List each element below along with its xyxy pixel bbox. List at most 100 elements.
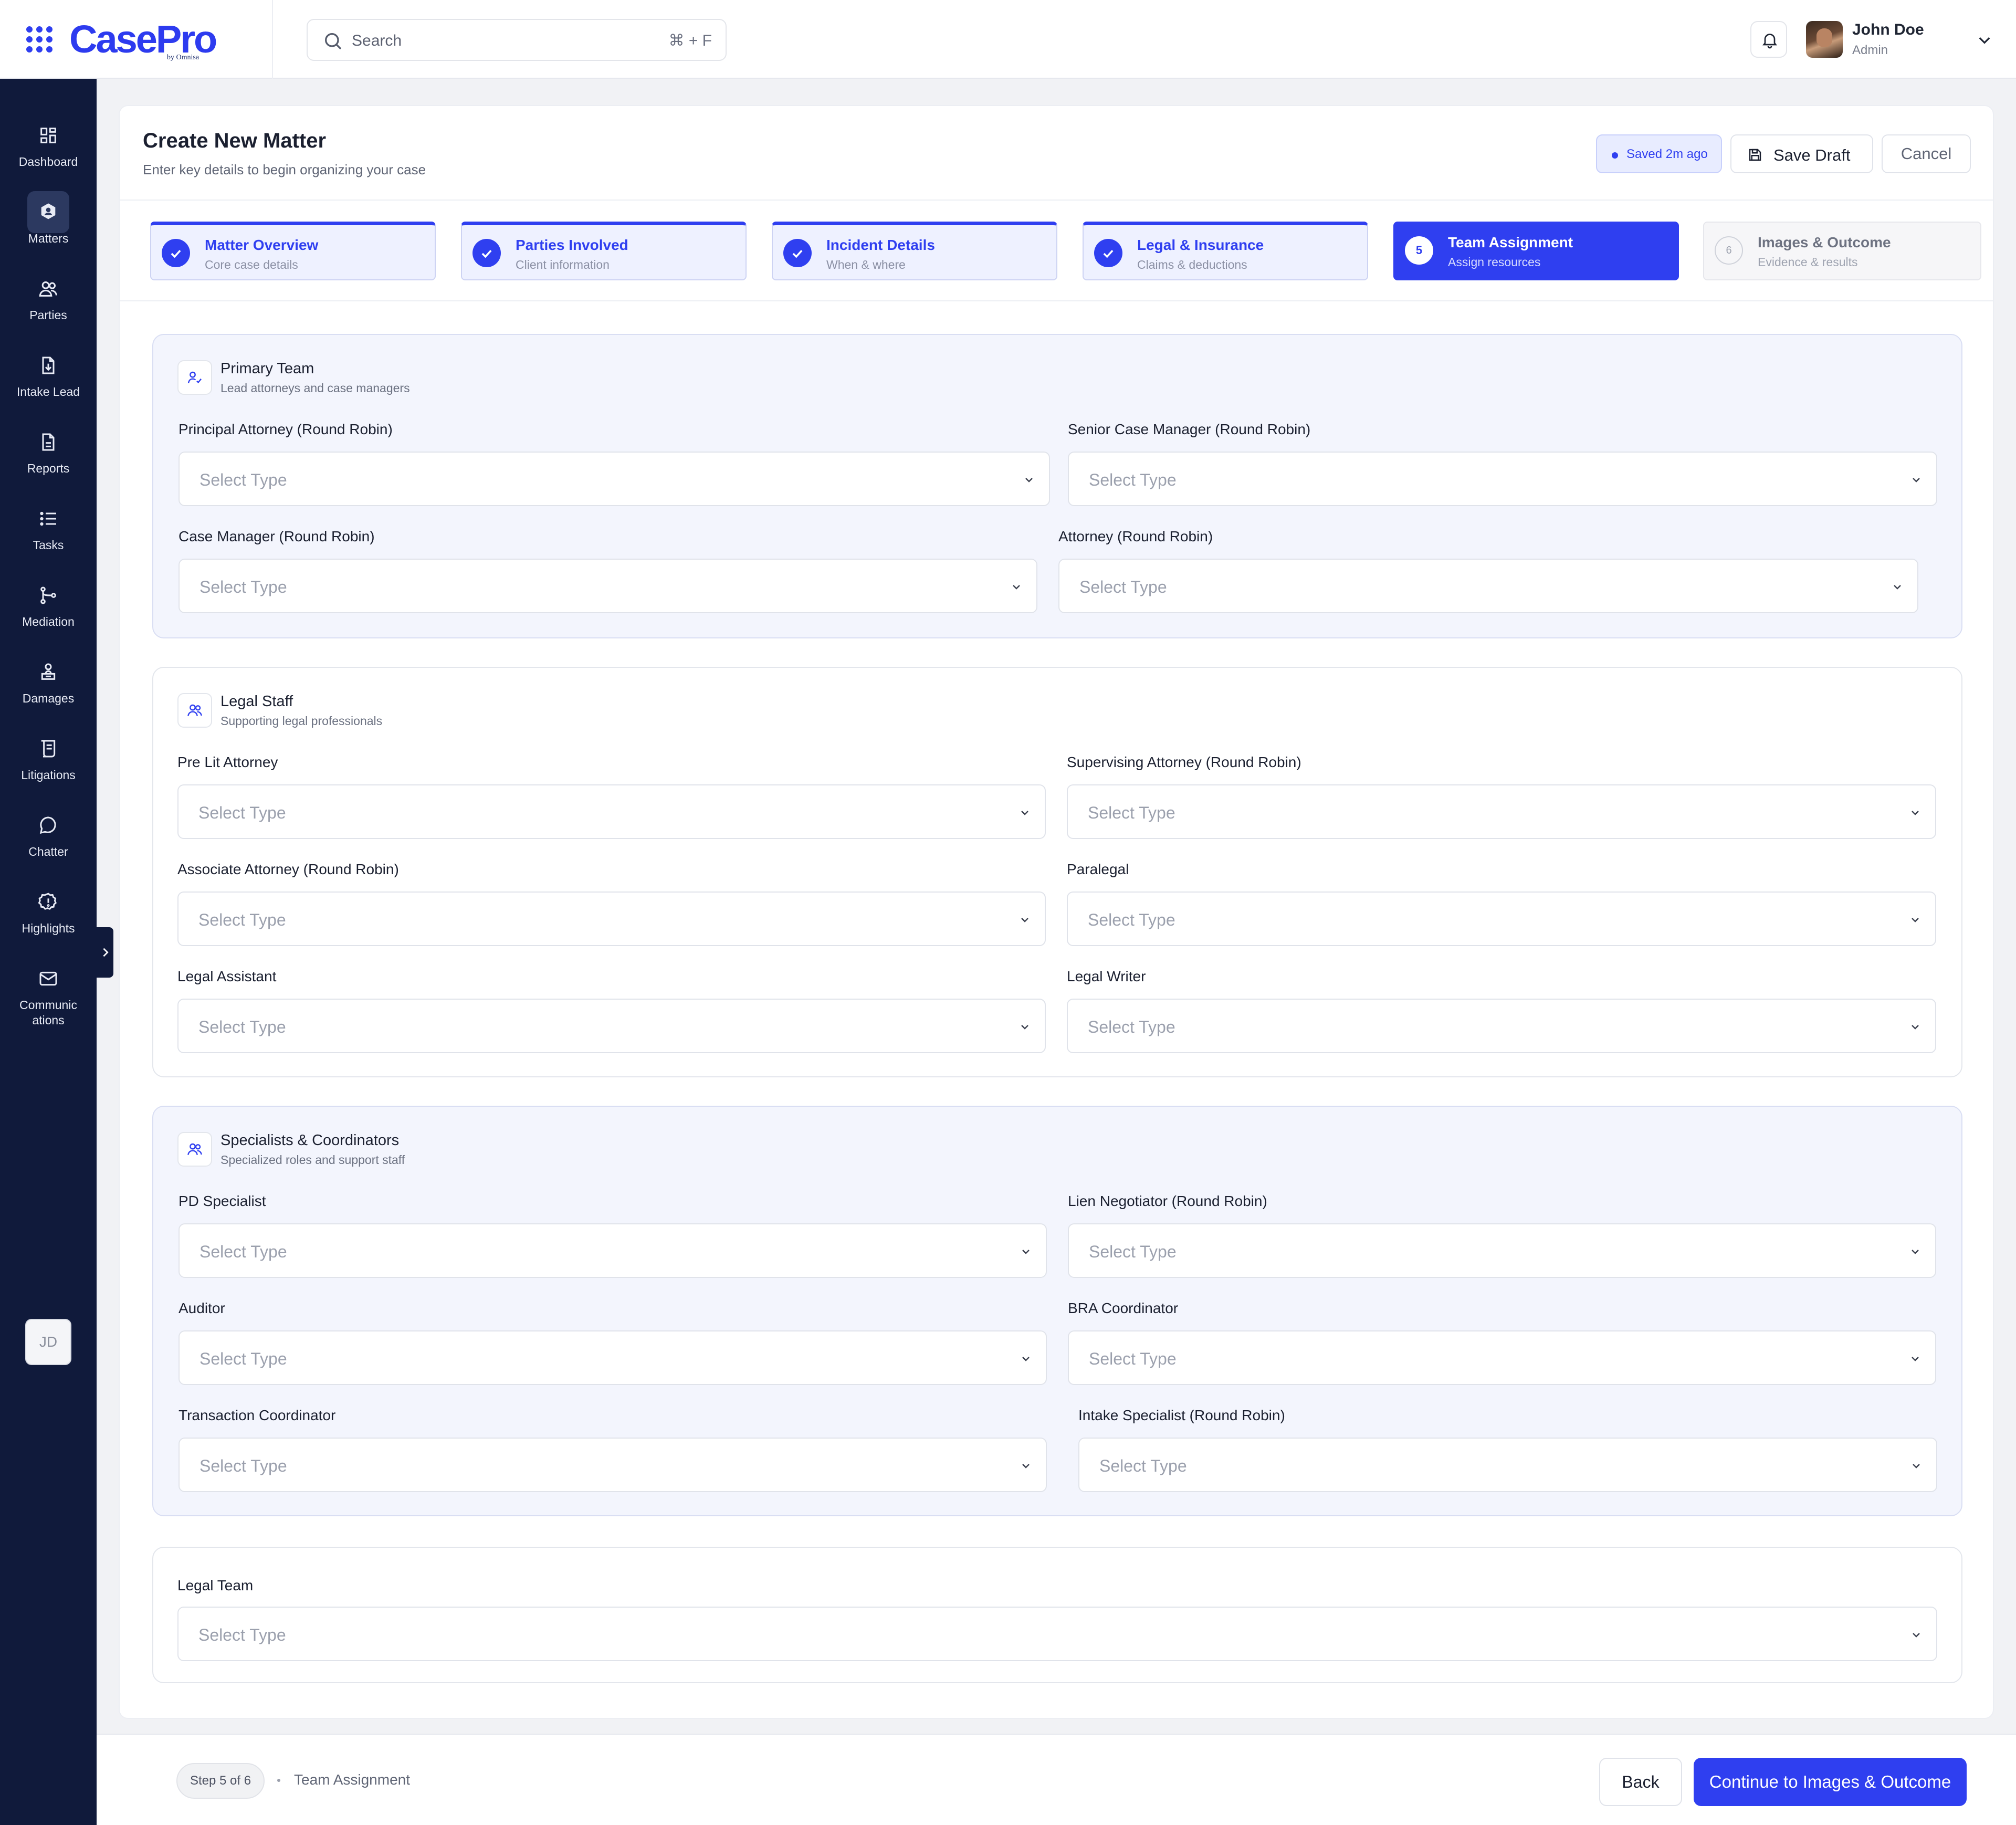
step-title: Legal & Insurance (1137, 237, 1264, 253)
attorney-select[interactable]: Select Type (1058, 559, 1918, 613)
save-draft-button[interactable]: Save Draft (1730, 134, 1873, 173)
users-icon (187, 704, 202, 716)
supervising-attorney-select[interactable]: Select Type (1067, 784, 1936, 839)
step-incident-details[interactable]: Incident Details When & where (772, 222, 1057, 280)
pd-specialist-select[interactable]: Select Type (178, 1223, 1047, 1278)
sidebar-item-litigations[interactable]: Litigations (0, 722, 97, 791)
communications-icon (39, 971, 57, 986)
step-matter-overview[interactable]: Matter Overview Core case details (150, 222, 436, 280)
sidebar-item-highlights[interactable]: Highlights (0, 876, 97, 944)
sidebar-item-label: Damages (22, 691, 75, 705)
continue-button[interactable]: Continue to Images & Outcome (1694, 1758, 1967, 1806)
sidebar-item-communications[interactable]: Communic ations (0, 952, 97, 1042)
case-manager-select[interactable]: Select Type (178, 559, 1037, 613)
current-step-label: Team Assignment (294, 1771, 410, 1788)
save-icon (1749, 149, 1761, 161)
app-launcher-icon[interactable] (26, 26, 52, 53)
select-placeholder: Select Type (200, 1456, 287, 1475)
header-divider (120, 200, 1993, 201)
sidebar-item-dashboard[interactable]: Dashboard (0, 109, 97, 177)
sidebar-item-intake-lead[interactable]: Intake Lead (0, 339, 97, 407)
sidebar-user-avatar[interactable]: JD (25, 1319, 71, 1365)
step-team-assignment[interactable]: 5 Team Assignment Assign resources (1393, 222, 1679, 280)
users-icon (187, 1143, 202, 1155)
chevron-down-icon (1913, 1464, 1920, 1469)
legal-team-section: Legal Team Select Type (152, 1547, 1962, 1683)
step-images-outcome[interactable]: 6 Images & Outcome Evidence & results (1703, 222, 1981, 280)
lien-negotiator-select[interactable]: Select Type (1068, 1223, 1936, 1278)
pre-lit-attorney-select[interactable]: Select Type (177, 784, 1046, 839)
section-title: Legal Staff (220, 693, 293, 710)
app-logo-subtext: by Omnisa (167, 54, 200, 61)
select-placeholder: Select Type (1089, 470, 1177, 489)
legal-assistant-select[interactable]: Select Type (177, 999, 1046, 1053)
sidebar-item-mediation[interactable]: Mediation (0, 569, 97, 637)
intake-specialist-select[interactable]: Select Type (1078, 1438, 1937, 1492)
back-button[interactable]: Back (1599, 1758, 1682, 1806)
reports-icon (42, 433, 55, 451)
page-subtitle: Enter key details to begin organizing yo… (143, 162, 426, 177)
field-label: Transaction Coordinator (178, 1407, 336, 1423)
highlights-icon (38, 893, 57, 910)
bra-coordinator-select[interactable]: Select Type (1068, 1330, 1936, 1385)
saved-status-badge: Saved 2m ago (1596, 134, 1722, 173)
auditor-select[interactable]: Select Type (178, 1330, 1047, 1385)
sidebar-item-label: Reports (27, 462, 70, 475)
cancel-button[interactable]: Cancel (1882, 134, 1971, 173)
search-input[interactable]: Search (352, 32, 402, 50)
step-title: Team Assignment (1448, 234, 1573, 250)
transaction-coordinator-select[interactable]: Select Type (178, 1438, 1047, 1492)
damages-icon (41, 663, 56, 680)
check-icon (481, 249, 492, 258)
chevron-down-icon (1912, 918, 1919, 922)
field-label: Case Manager (Round Robin) (178, 528, 375, 544)
paralegal-select[interactable]: Select Type (1067, 891, 1936, 946)
section-title: Primary Team (220, 360, 314, 377)
sidebar-expand-button[interactable] (97, 927, 113, 978)
section-icon-box (177, 1132, 212, 1167)
select-placeholder: Select Type (1089, 1242, 1177, 1261)
section-subtitle: Supporting legal professionals (220, 714, 383, 728)
sidebar-item-parties[interactable]: Parties (0, 263, 97, 331)
user-menu-chevron-down-icon[interactable] (1976, 32, 1993, 48)
chevron-down-icon (1894, 585, 1901, 590)
sidebar-item-tasks[interactable]: Tasks (0, 492, 97, 561)
select-placeholder: Select Type (200, 1242, 287, 1261)
step-subtitle: Evidence & results (1758, 255, 1858, 269)
field-label: Principal Attorney (Round Robin) (178, 421, 393, 437)
select-placeholder: Select Type (1088, 803, 1175, 822)
principal-attorney-select[interactable]: Select Type (178, 452, 1050, 506)
chevron-down-icon (1022, 1357, 1030, 1361)
select-placeholder: Select Type (200, 470, 287, 489)
field-label: Auditor (178, 1300, 225, 1316)
user-avatar[interactable] (1806, 21, 1843, 58)
legal-team-select[interactable]: Select Type (177, 1607, 1937, 1661)
step-legal-insurance[interactable]: Legal & Insurance Claims & deductions (1083, 222, 1368, 280)
sidebar-item-label: Highlights (22, 921, 75, 935)
sidebar-item-label: Communic ations (19, 998, 77, 1027)
dashboard-icon (40, 128, 56, 143)
step-title: Parties Involved (516, 237, 628, 253)
legal-writer-select[interactable]: Select Type (1067, 999, 1936, 1053)
sidebar-item-label: Intake Lead (16, 385, 80, 398)
search-box[interactable]: Search ⌘ + F (307, 19, 727, 61)
step-title: Images & Outcome (1758, 234, 1891, 250)
field-label: Lien Negotiator (Round Robin) (1068, 1193, 1267, 1209)
chevron-down-icon (1021, 811, 1028, 815)
field-label: Paralegal (1067, 861, 1129, 877)
page-title: Create New Matter (143, 129, 327, 152)
sidebar-item-damages[interactable]: Damages (0, 646, 97, 714)
sidebar-item-reports[interactable]: Reports (0, 416, 97, 484)
sidebar-item-chatter[interactable]: Chatter (0, 799, 97, 867)
search-icon (325, 33, 342, 50)
parties-icon (39, 281, 57, 297)
step-parties-involved[interactable]: Parties Involved Client information (461, 222, 747, 280)
chevron-down-icon (1912, 1250, 1919, 1254)
status-dot (1612, 152, 1618, 159)
chevron-down-icon (1022, 1250, 1030, 1254)
senior-case-manager-select[interactable]: Select Type (1068, 452, 1937, 506)
notifications-button[interactable] (1750, 21, 1787, 58)
intake-lead-icon (42, 356, 55, 374)
associate-attorney-select[interactable]: Select Type (177, 891, 1046, 946)
sidebar-item-matters[interactable]: Matters (0, 186, 97, 254)
